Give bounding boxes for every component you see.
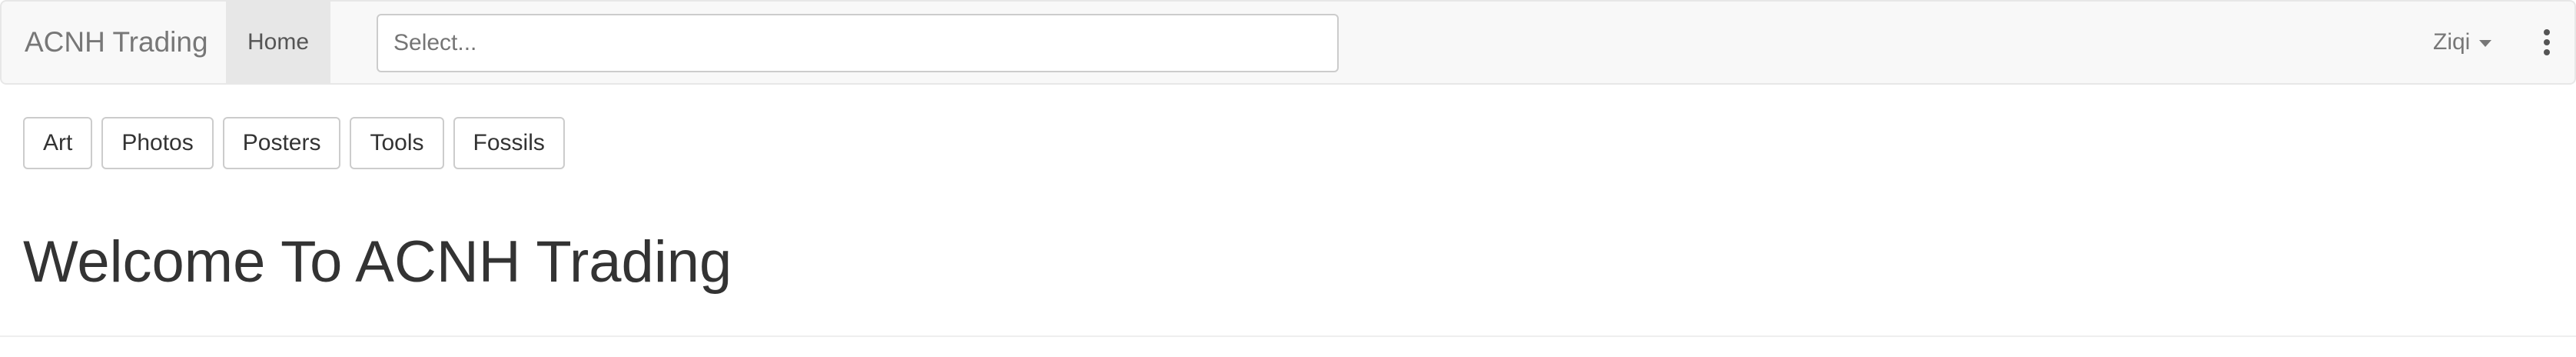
user-menu-toggle[interactable]: Ziqi [2433, 2, 2492, 83]
category-button-group: Art Photos Posters Tools Fossils [23, 117, 565, 169]
category-posters-button[interactable]: Posters [222, 117, 341, 169]
top-navbar: ACNH Trading Home Select... Ziqi [0, 0, 2576, 85]
divider [0, 335, 2576, 337]
nav-home-link[interactable]: Home [226, 2, 330, 83]
kebab-menu-icon[interactable] [2539, 29, 2554, 55]
category-tools-button[interactable]: Tools [350, 117, 444, 169]
page: ACNH Trading Home Select... Ziqi Art Pho… [0, 0, 2576, 357]
category-art-button[interactable]: Art [23, 117, 93, 169]
brand-link[interactable]: ACNH Trading [25, 2, 208, 83]
caret-down-icon [2479, 39, 2492, 47]
item-select-input[interactable]: Select... [377, 14, 1339, 72]
user-name: Ziqi [2433, 29, 2471, 55]
category-fossils-button[interactable]: Fossils [453, 117, 565, 169]
select-placeholder: Select... [393, 30, 477, 55]
category-photos-button[interactable]: Photos [101, 117, 214, 169]
page-title: Welcome To ACNH Trading [23, 229, 732, 295]
